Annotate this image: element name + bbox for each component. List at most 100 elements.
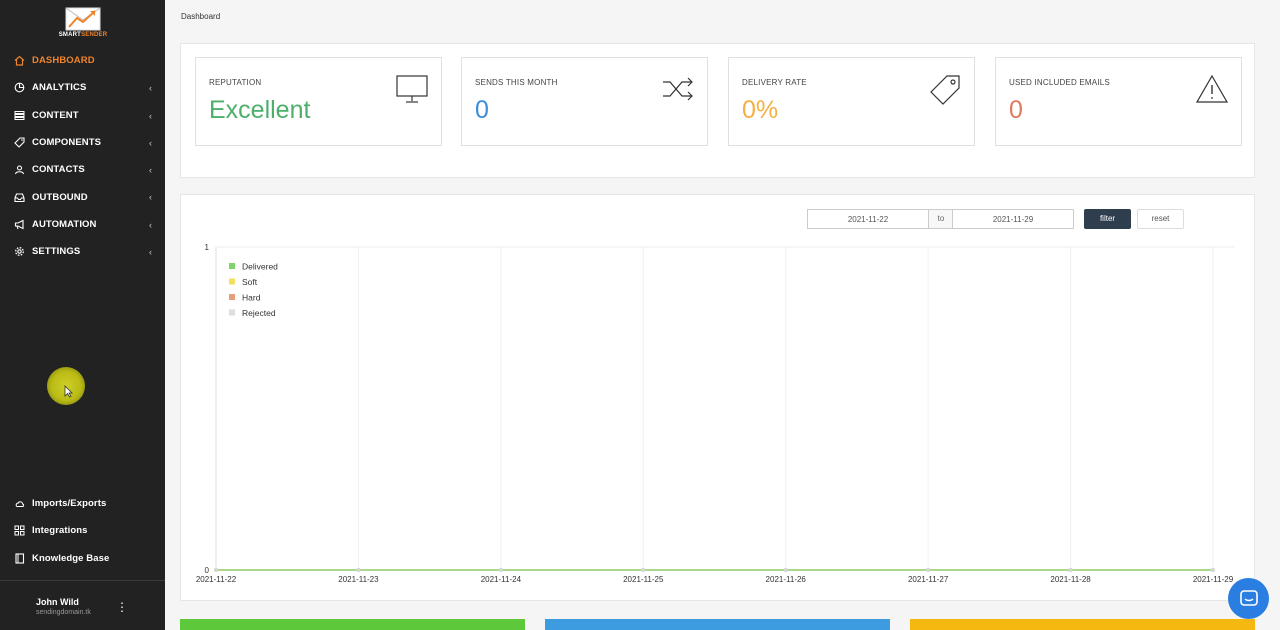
stat-card-used-emails: USED INCLUDED EMAILS 0 <box>995 57 1242 146</box>
megaphone-icon <box>13 218 25 230</box>
sidebar: SMARTSENDER DASHBOARD ANALYTICS ‹ CONTEN… <box>0 0 165 630</box>
secondary-nav: Imports/Exports Integrations Knowledge B… <box>0 490 165 572</box>
logo-envelope-icon <box>65 7 101 31</box>
nav-label: AUTOMATION <box>32 218 97 230</box>
x-tick-label: 2021-11-28 <box>1050 575 1091 584</box>
stat-card-delivery-rate: DELIVERY RATE 0% <box>728 57 975 146</box>
data-point <box>641 568 646 572</box>
legend-swatch <box>229 294 235 300</box>
chart-panel: to filter reset 012021-11-222021-11-2320… <box>180 194 1255 601</box>
home-icon <box>13 55 25 67</box>
stat-label: DELIVERY RATE <box>742 78 807 87</box>
nav-label: OUTBOUND <box>32 191 88 203</box>
nav-label: Integrations <box>32 525 88 537</box>
nav-label: CONTACTS <box>32 164 85 176</box>
nav-label: COMPONENTS <box>32 137 102 149</box>
legend-label: Delivered <box>242 262 278 272</box>
price-tag-icon <box>930 75 960 105</box>
cloud-icon <box>13 498 25 510</box>
stat-value: 0 <box>1009 96 1023 124</box>
chevron-left-icon: ‹ <box>149 83 152 94</box>
list-icon <box>13 109 25 121</box>
nav-label: DASHBOARD <box>32 55 95 67</box>
user-domain: sendingdomain.tk <box>36 609 91 616</box>
nav-label: Imports/Exports <box>32 498 107 510</box>
legend-label: Rejected <box>242 308 276 318</box>
stat-label: USED INCLUDED EMAILS <box>1009 78 1110 87</box>
nav-item-automation[interactable]: AUTOMATION ‹ <box>0 211 165 238</box>
mouse-pointer-icon <box>64 385 73 398</box>
pie-chart-icon <box>13 82 25 94</box>
x-tick-label: 2021-11-25 <box>623 575 664 584</box>
tag-icon <box>13 137 25 149</box>
stat-value: 0% <box>742 96 779 124</box>
logo-text: SMARTSENDER <box>58 32 108 38</box>
legend-swatch <box>229 309 235 316</box>
contacts-icon <box>13 164 25 176</box>
data-point <box>926 568 931 572</box>
nav-item-integrations[interactable]: Integrations <box>0 517 165 544</box>
chevron-left-icon: ‹ <box>149 192 152 203</box>
chevron-left-icon: ‹ <box>149 137 152 148</box>
nav-label: ANALYTICS <box>32 82 87 94</box>
legend-label: Hard <box>242 293 261 303</box>
chat-icon <box>1239 589 1258 606</box>
warning-icon <box>1196 74 1228 103</box>
data-point <box>783 568 788 572</box>
inbox-icon <box>13 191 25 203</box>
x-tick-label: 2021-11-23 <box>338 575 379 584</box>
nav-item-imports-exports[interactable]: Imports/Exports <box>0 490 165 517</box>
delivery-chart: 0 1 2021-11-22 2021-11-23 2021-11-24 2021-11-… <box>196 243 1235 584</box>
x-tick-label: 2021-11-27 <box>908 575 949 584</box>
nav-label: SETTINGS <box>32 246 81 258</box>
bottom-card-blue <box>545 619 890 630</box>
nav-item-contacts[interactable]: CONTACTS ‹ <box>0 156 165 183</box>
bottom-card-green <box>180 619 525 630</box>
user-name: John Wild <box>36 597 79 607</box>
nav-item-settings[interactable]: SETTINGS ‹ <box>0 238 165 265</box>
user-profile: John Wild sendingdomain.tk ⋮ <box>0 580 165 630</box>
chat-button[interactable] <box>1228 578 1269 619</box>
data-point <box>356 568 361 572</box>
nav-item-dashboard[interactable]: DASHBOARD <box>0 47 165 74</box>
legend-swatch <box>229 278 235 285</box>
main-nav: DASHBOARD ANALYTICS ‹ CONTENT ‹ COMPONEN… <box>0 47 165 265</box>
y-tick-label: 0 <box>205 566 210 575</box>
stat-label: SENDS THIS MONTH <box>475 78 558 87</box>
x-tick-label: 2021-11-22 <box>196 575 237 584</box>
nav-item-components[interactable]: COMPONENTS ‹ <box>0 129 165 156</box>
chevron-left-icon: ‹ <box>149 219 152 230</box>
stat-value: 0 <box>475 96 489 124</box>
x-tick-label: 2021-11-26 <box>766 575 807 584</box>
chevron-left-icon: ‹ <box>149 247 152 258</box>
bottom-card-yellow <box>910 619 1255 630</box>
stat-card-sends: SENDS THIS MONTH 0 <box>461 57 708 146</box>
stat-card-reputation: REPUTATION Excellent <box>195 57 442 146</box>
shuffle-icon <box>663 77 693 101</box>
breadcrumb[interactable]: Dashboard <box>181 12 220 21</box>
data-point <box>498 568 503 572</box>
x-tick-label: 2021-11-24 <box>481 575 522 584</box>
chevron-left-icon: ‹ <box>149 110 152 121</box>
stat-label: REPUTATION <box>209 78 262 87</box>
legend-label: Soft <box>242 277 258 287</box>
data-point <box>214 568 218 572</box>
x-tick-label: 2021-11-29 <box>1193 575 1234 584</box>
data-point <box>1068 568 1073 572</box>
nav-item-content[interactable]: CONTENT ‹ <box>0 102 165 129</box>
grid-icon <box>13 525 25 537</box>
stat-value: Excellent <box>209 96 311 124</box>
chevron-left-icon: ‹ <box>149 165 152 176</box>
nav-item-analytics[interactable]: ANALYTICS ‹ <box>0 74 165 101</box>
y-tick-label: 1 <box>205 243 210 252</box>
data-point <box>1211 568 1215 572</box>
more-vertical-icon[interactable]: ⋮ <box>116 599 128 615</box>
book-icon <box>13 552 25 564</box>
nav-item-knowledge-base[interactable]: Knowledge Base <box>0 545 165 572</box>
app: SMARTSENDER DASHBOARD ANALYTICS ‹ CONTEN… <box>0 0 1280 630</box>
logo[interactable]: SMARTSENDER <box>56 7 110 41</box>
nav-item-outbound[interactable]: OUTBOUND ‹ <box>0 183 165 210</box>
legend-swatch <box>229 263 235 269</box>
monitor-icon <box>396 75 428 103</box>
gear-icon <box>13 246 25 258</box>
